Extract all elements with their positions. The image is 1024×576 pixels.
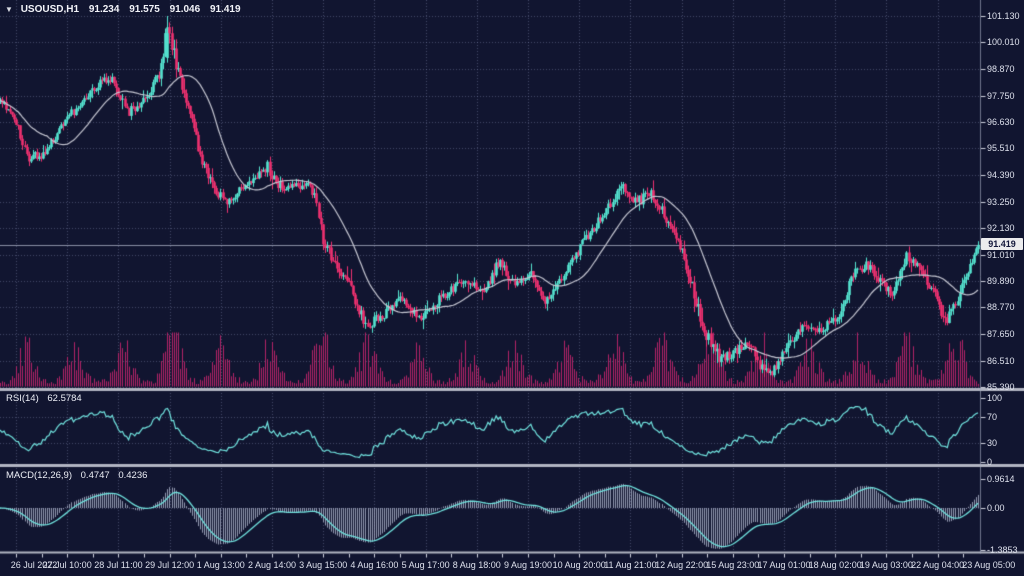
rsi-indicator-label: RSI(14) 62.5784	[6, 393, 82, 404]
macd-value-main: 0.4747	[81, 470, 110, 481]
price-axis-tick: 87.650	[987, 329, 1015, 339]
macd-axis-tick: 0.9614	[987, 474, 1015, 484]
quote-open: 91.234	[89, 4, 120, 15]
time-axis-tick: 23 Aug 05:00	[957, 560, 1021, 570]
price-axis-tick: 97.750	[987, 91, 1015, 101]
chevron-down-icon[interactable]: ▼	[5, 5, 13, 14]
rsi-axis-tick: 30	[987, 438, 997, 448]
price-axis-tick: 86.510	[987, 356, 1015, 366]
price-axis-tick: 88.770	[987, 302, 1015, 312]
current-price-tag: 91.419	[981, 238, 1023, 250]
price-axis-tick: 101.130	[987, 11, 1020, 21]
rsi-axis-tick: 70	[987, 412, 997, 422]
macd-value-signal: 0.4236	[118, 470, 147, 481]
price-axis-tick: 95.510	[987, 143, 1015, 153]
macd-axis-tick: -1.3853	[987, 545, 1018, 555]
quote-close: 91.419	[210, 4, 241, 15]
price-axis-tick: 91.010	[987, 250, 1015, 260]
price-axis-tick: 92.130	[987, 223, 1015, 233]
quote-low: 91.046	[170, 4, 201, 15]
chart-canvas[interactable]	[0, 0, 1024, 576]
rsi-value: 62.5784	[47, 393, 81, 404]
price-axis-tick: 94.390	[987, 170, 1015, 180]
rsi-label-text: RSI(14)	[6, 393, 39, 404]
metatrader-chart-window: ▼ USOUSD,H1 91.234 91.575 91.046 91.419 …	[0, 0, 1024, 576]
price-axis-tick: 89.890	[987, 276, 1015, 286]
symbol-timeframe-label: USOUSD,H1	[21, 4, 79, 15]
price-axis-tick: 93.250	[987, 197, 1015, 207]
price-axis-tick: 96.630	[987, 117, 1015, 127]
price-axis-tick: 100.010	[987, 37, 1020, 47]
chart-title-bar: ▼ USOUSD,H1 91.234 91.575 91.046 91.419	[5, 4, 241, 15]
macd-indicator-label: MACD(12,26,9) 0.4747 0.4236	[6, 470, 147, 481]
price-axis-tick: 85.390	[987, 382, 1015, 392]
quote-high: 91.575	[129, 4, 160, 15]
rsi-axis-tick: 0	[987, 457, 992, 467]
rsi-axis-tick: 100	[987, 393, 1002, 403]
price-axis-tick: 98.870	[987, 64, 1015, 74]
macd-axis-tick: 0.00	[987, 503, 1005, 513]
macd-label-text: MACD(12,26,9)	[6, 470, 72, 481]
